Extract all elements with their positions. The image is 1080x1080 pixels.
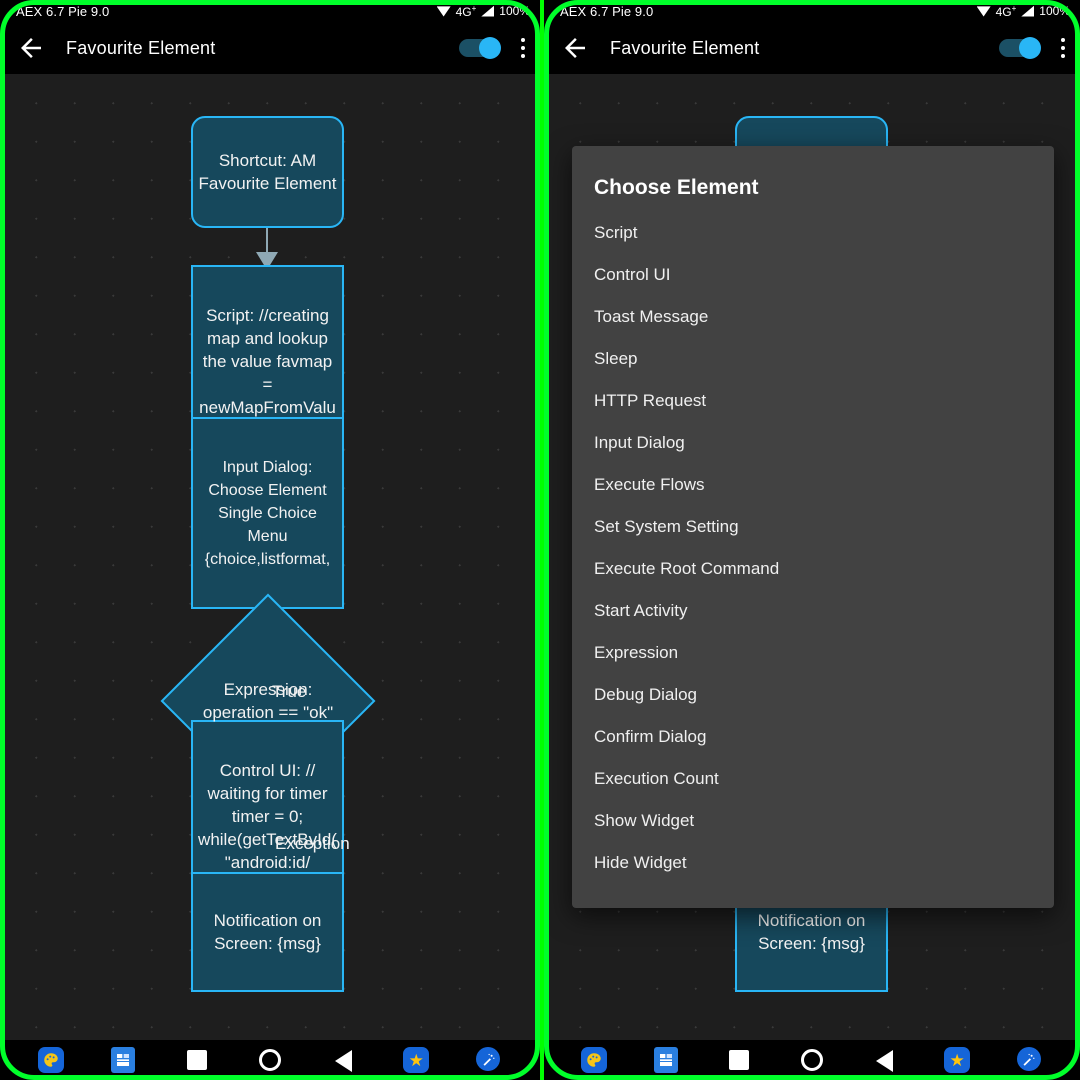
dialog-option-confirm-dialog[interactable]: Confirm Dialog (572, 716, 1054, 758)
dialog-option-input-dialog[interactable]: Input Dialog (572, 422, 1054, 464)
navbar-left: ★ (0, 1040, 540, 1080)
dialog-option-show-widget[interactable]: Show Widget (572, 800, 1054, 842)
battery-label: 100% (499, 4, 530, 18)
battery-label-right: 100% (1039, 4, 1070, 18)
back-triangle-icon[interactable] (872, 1047, 898, 1073)
page-title: Favourite Element (66, 37, 216, 58)
home-circle-icon[interactable] (257, 1047, 283, 1073)
kebab-menu-icon[interactable] (1060, 38, 1066, 58)
recents-square-icon[interactable] (726, 1047, 752, 1073)
left-phone-screen: AEX 6.7 Pie 9.0 4G+ 100% Favourite Eleme… (0, 0, 540, 1080)
signal-icon (481, 5, 495, 17)
dialog-option-script[interactable]: Script (572, 212, 1054, 254)
palette-app-icon[interactable] (581, 1047, 608, 1073)
dialog-option-set-system-setting[interactable]: Set System Setting (572, 506, 1054, 548)
dialog-option-debug-dialog[interactable]: Debug Dialog (572, 674, 1054, 716)
status-icons: 4G+ 100% (436, 3, 530, 19)
status-icons-right: 4G+ 100% (976, 3, 1070, 19)
magic-wand-icon[interactable] (1016, 1047, 1043, 1073)
choose-element-dialog[interactable]: Choose Element Script Control UI Toast M… (572, 146, 1054, 908)
dialog-option-execution-count[interactable]: Execution Count (572, 758, 1054, 800)
flow-node-input-dialog[interactable]: Input Dialog: Choose Element Single Choi… (191, 417, 344, 609)
right-phone-screen: AEX 6.7 Pie 9.0 4G+ 100% Favourite Eleme… (540, 0, 1080, 1080)
dialog-option-hide-widget[interactable]: Hide Widget (572, 842, 1054, 884)
dialog-option-list[interactable]: Script Control UI Toast Message Sleep HT… (572, 208, 1054, 898)
dialog-option-http-request[interactable]: HTTP Request (572, 380, 1054, 422)
magic-wand-icon[interactable] (476, 1047, 502, 1073)
toggle-thumb (1019, 37, 1041, 59)
edge-label-exception: Exception (275, 834, 350, 853)
rom-label-right: AEX 6.7 Pie 9.0 (560, 3, 654, 19)
enable-toggle-switch[interactable] (459, 37, 501, 59)
dialog-option-sleep[interactable]: Sleep (572, 338, 1054, 380)
flow-node-start[interactable]: Shortcut: AM Favourite Element (191, 116, 344, 228)
calculator-app-icon[interactable] (653, 1047, 680, 1073)
dialog-option-expression[interactable]: Expression (572, 632, 1054, 674)
back-arrow-icon[interactable] (560, 33, 590, 63)
dual-screenshot-stage: AEX 6.7 Pie 9.0 4G+ 100% Favourite Eleme… (0, 0, 1080, 1080)
network-label: 4G+ (455, 3, 477, 19)
dialog-option-execute-root-command[interactable]: Execute Root Command (572, 548, 1054, 590)
status-bar-left: AEX 6.7 Pie 9.0 4G+ 100% (0, 0, 540, 22)
network-label-right: 4G+ (995, 3, 1017, 19)
flow-node-expression-label: Expression: operation == "ok" (202, 680, 334, 722)
status-bar-right: AEX 6.7 Pie 9.0 4G+ 100% (544, 0, 1080, 22)
app-toolbar-right: Favourite Element (544, 22, 1080, 74)
dialog-option-toast-message[interactable]: Toast Message (572, 296, 1054, 338)
enable-toggle-switch-right[interactable] (999, 37, 1041, 59)
home-circle-icon[interactable] (799, 1047, 825, 1073)
kebab-menu-icon[interactable] (520, 38, 526, 58)
wifi-icon (436, 6, 451, 17)
navbar-right: ★ (544, 1040, 1080, 1080)
rom-label: AEX 6.7 Pie 9.0 (16, 3, 110, 19)
back-triangle-icon[interactable] (330, 1047, 356, 1073)
wifi-icon (976, 6, 991, 17)
calculator-app-icon[interactable] (110, 1047, 137, 1073)
flow-node-notification[interactable]: Notification on Screen: {msg} (191, 872, 344, 992)
page-title-right: Favourite Element (610, 37, 760, 58)
favourite-star-icon[interactable]: ★ (944, 1047, 971, 1073)
dialog-option-start-activity[interactable]: Start Activity (572, 590, 1054, 632)
dialog-option-execute-flows[interactable]: Execute Flows (572, 464, 1054, 506)
recents-square-icon[interactable] (184, 1047, 210, 1073)
signal-icon (1021, 5, 1035, 17)
toggle-thumb (479, 37, 501, 59)
back-arrow-icon[interactable] (16, 33, 46, 63)
favourite-star-icon[interactable]: ★ (403, 1047, 430, 1073)
dialog-option-control-ui[interactable]: Control UI (572, 254, 1054, 296)
app-toolbar-left: Favourite Element (0, 22, 540, 74)
flow-canvas-left[interactable]: Shortcut: AM Favourite Element Script: /… (0, 74, 540, 1040)
dialog-title: Choose Element (594, 176, 759, 199)
palette-app-icon[interactable] (37, 1047, 64, 1073)
